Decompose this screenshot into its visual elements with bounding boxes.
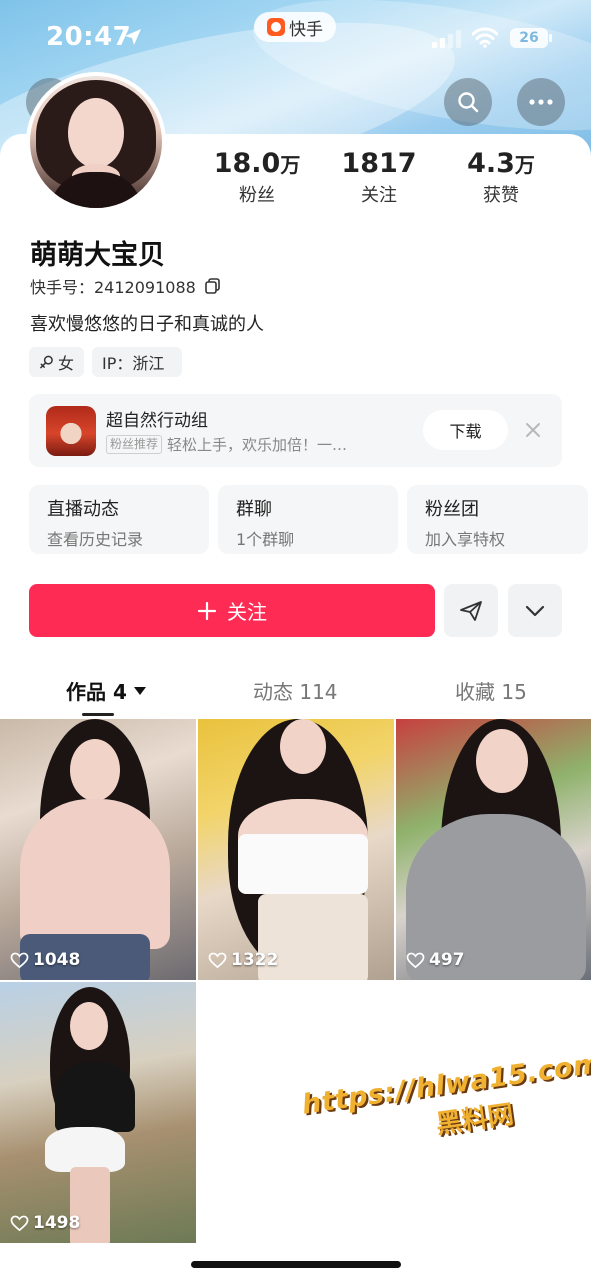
active-tab-indicator bbox=[82, 713, 114, 716]
status-time: 20:47 bbox=[46, 22, 132, 52]
bio: 喜欢慢悠悠的日子和真诚的人 bbox=[30, 314, 264, 335]
location-arrow-icon bbox=[125, 29, 141, 45]
stat-followers-label: 粉丝 bbox=[239, 185, 275, 206]
stat-followers[interactable]: 18.0万 粉丝 bbox=[202, 148, 312, 207]
like-count-value: 497 bbox=[429, 950, 465, 970]
gender-text: 女 bbox=[57, 354, 74, 373]
video-thumbnail[interactable]: 1048 bbox=[0, 719, 196, 980]
more-button[interactable] bbox=[517, 78, 565, 126]
battery-icon: 26 bbox=[510, 28, 548, 48]
feature-live-history[interactable]: 直播动态 查看历史记录 bbox=[29, 485, 209, 554]
promo-title: 超自然行动组 bbox=[106, 411, 208, 431]
kuaishou-logo-icon bbox=[267, 18, 285, 36]
copy-icon[interactable] bbox=[204, 277, 222, 295]
like-count-value: 1048 bbox=[33, 950, 81, 970]
wifi-icon bbox=[472, 27, 498, 48]
profile-page: 20:47 快手 26 18.0万 粉丝 1817 关注 4.3万 获赞 萌萌大… bbox=[0, 0, 591, 1280]
feature-group-chat[interactable]: 群聊 1个群聊 bbox=[218, 485, 398, 554]
video-thumbnail[interactable]: 1322 bbox=[198, 719, 394, 980]
avatar[interactable] bbox=[26, 72, 166, 212]
feature-title: 群聊 bbox=[236, 499, 272, 520]
more-actions-button[interactable] bbox=[508, 584, 562, 637]
ip-text: IP：浙江 bbox=[102, 354, 165, 373]
ip-tag: IP：浙江 bbox=[92, 347, 182, 377]
follow-button[interactable]: 关注 bbox=[29, 584, 435, 637]
gender-tag: 女 bbox=[29, 347, 84, 377]
video-thumbnail[interactable]: 497 bbox=[396, 719, 591, 980]
stat-followers-value: 18.0 bbox=[213, 148, 281, 179]
feature-subtitle: 查看历史记录 bbox=[47, 530, 144, 549]
app-indicator-pill[interactable]: 快手 bbox=[254, 12, 336, 42]
heart-icon bbox=[10, 952, 29, 968]
stat-likes-label: 获赞 bbox=[483, 185, 519, 206]
follow-label: 关注 bbox=[227, 600, 267, 624]
like-count-value: 1322 bbox=[231, 950, 279, 970]
stat-following[interactable]: 1817 关注 bbox=[324, 148, 434, 207]
tab-works[interactable]: 作品 4 bbox=[66, 676, 147, 705]
like-count: 1322 bbox=[208, 950, 278, 970]
stat-likes-value: 4.3 bbox=[467, 148, 515, 179]
message-button[interactable] bbox=[444, 584, 498, 637]
app-name: 快手 bbox=[289, 19, 323, 40]
like-count: 1048 bbox=[10, 950, 80, 970]
stat-likes[interactable]: 4.3万 获赞 bbox=[446, 148, 556, 207]
like-count: 497 bbox=[406, 950, 465, 970]
promo-subtitle: 粉丝推荐 轻松上手，欢乐加倍！一… bbox=[106, 434, 396, 455]
home-indicator[interactable] bbox=[191, 1261, 401, 1268]
status-bar: 20:47 快手 26 bbox=[0, 0, 591, 80]
feature-fan-club[interactable]: 粉丝团 加入享特权 bbox=[407, 485, 588, 554]
promo-card[interactable]: 超自然行动组 粉丝推荐 轻松上手，欢乐加倍！一… 下载 bbox=[29, 394, 562, 467]
feature-subtitle: 加入享特权 bbox=[425, 530, 506, 549]
feature-subtitle: 1个群聊 bbox=[236, 530, 295, 549]
tab-moments[interactable]: 动态 114 bbox=[253, 676, 338, 705]
tab-works-label: 作品 4 bbox=[66, 680, 127, 704]
promo-badge: 粉丝推荐 bbox=[106, 435, 163, 454]
heart-icon bbox=[406, 952, 425, 968]
feature-title: 粉丝团 bbox=[425, 499, 479, 520]
promo-subtitle-text: 轻松上手，欢乐加倍！一… bbox=[167, 436, 348, 454]
stat-followers-unit: 万 bbox=[280, 153, 301, 177]
user-id: 快手号：2412091088 bbox=[30, 274, 222, 298]
like-count: 1498 bbox=[10, 1213, 80, 1233]
game-app-icon bbox=[46, 406, 96, 456]
more-icon bbox=[529, 99, 553, 105]
username: 萌萌大宝贝 bbox=[30, 240, 165, 271]
search-button[interactable] bbox=[444, 78, 492, 126]
search-icon bbox=[458, 92, 479, 113]
female-icon bbox=[40, 355, 53, 369]
like-count-value: 1498 bbox=[33, 1213, 81, 1233]
tab-favorites-label: 收藏 15 bbox=[455, 680, 527, 704]
plus-icon bbox=[197, 601, 217, 620]
heart-icon bbox=[208, 952, 227, 968]
stat-following-value: 1817 bbox=[341, 148, 417, 179]
heart-icon bbox=[10, 1215, 29, 1231]
download-button[interactable]: 下载 bbox=[423, 410, 508, 450]
user-id-text: 快手号：2412091088 bbox=[30, 278, 196, 297]
chevron-down-icon bbox=[525, 605, 545, 616]
close-icon[interactable] bbox=[523, 420, 543, 440]
feature-title: 直播动态 bbox=[47, 499, 119, 520]
tab-moments-label: 动态 114 bbox=[253, 680, 338, 704]
tab-favorites[interactable]: 收藏 15 bbox=[455, 676, 527, 705]
send-icon bbox=[460, 600, 482, 621]
video-thumbnail[interactable]: 1498 bbox=[0, 982, 196, 1243]
stat-likes-unit: 万 bbox=[514, 153, 535, 177]
stat-following-label: 关注 bbox=[361, 185, 397, 206]
signal-icon bbox=[432, 30, 461, 48]
caret-down-icon bbox=[133, 686, 146, 695]
